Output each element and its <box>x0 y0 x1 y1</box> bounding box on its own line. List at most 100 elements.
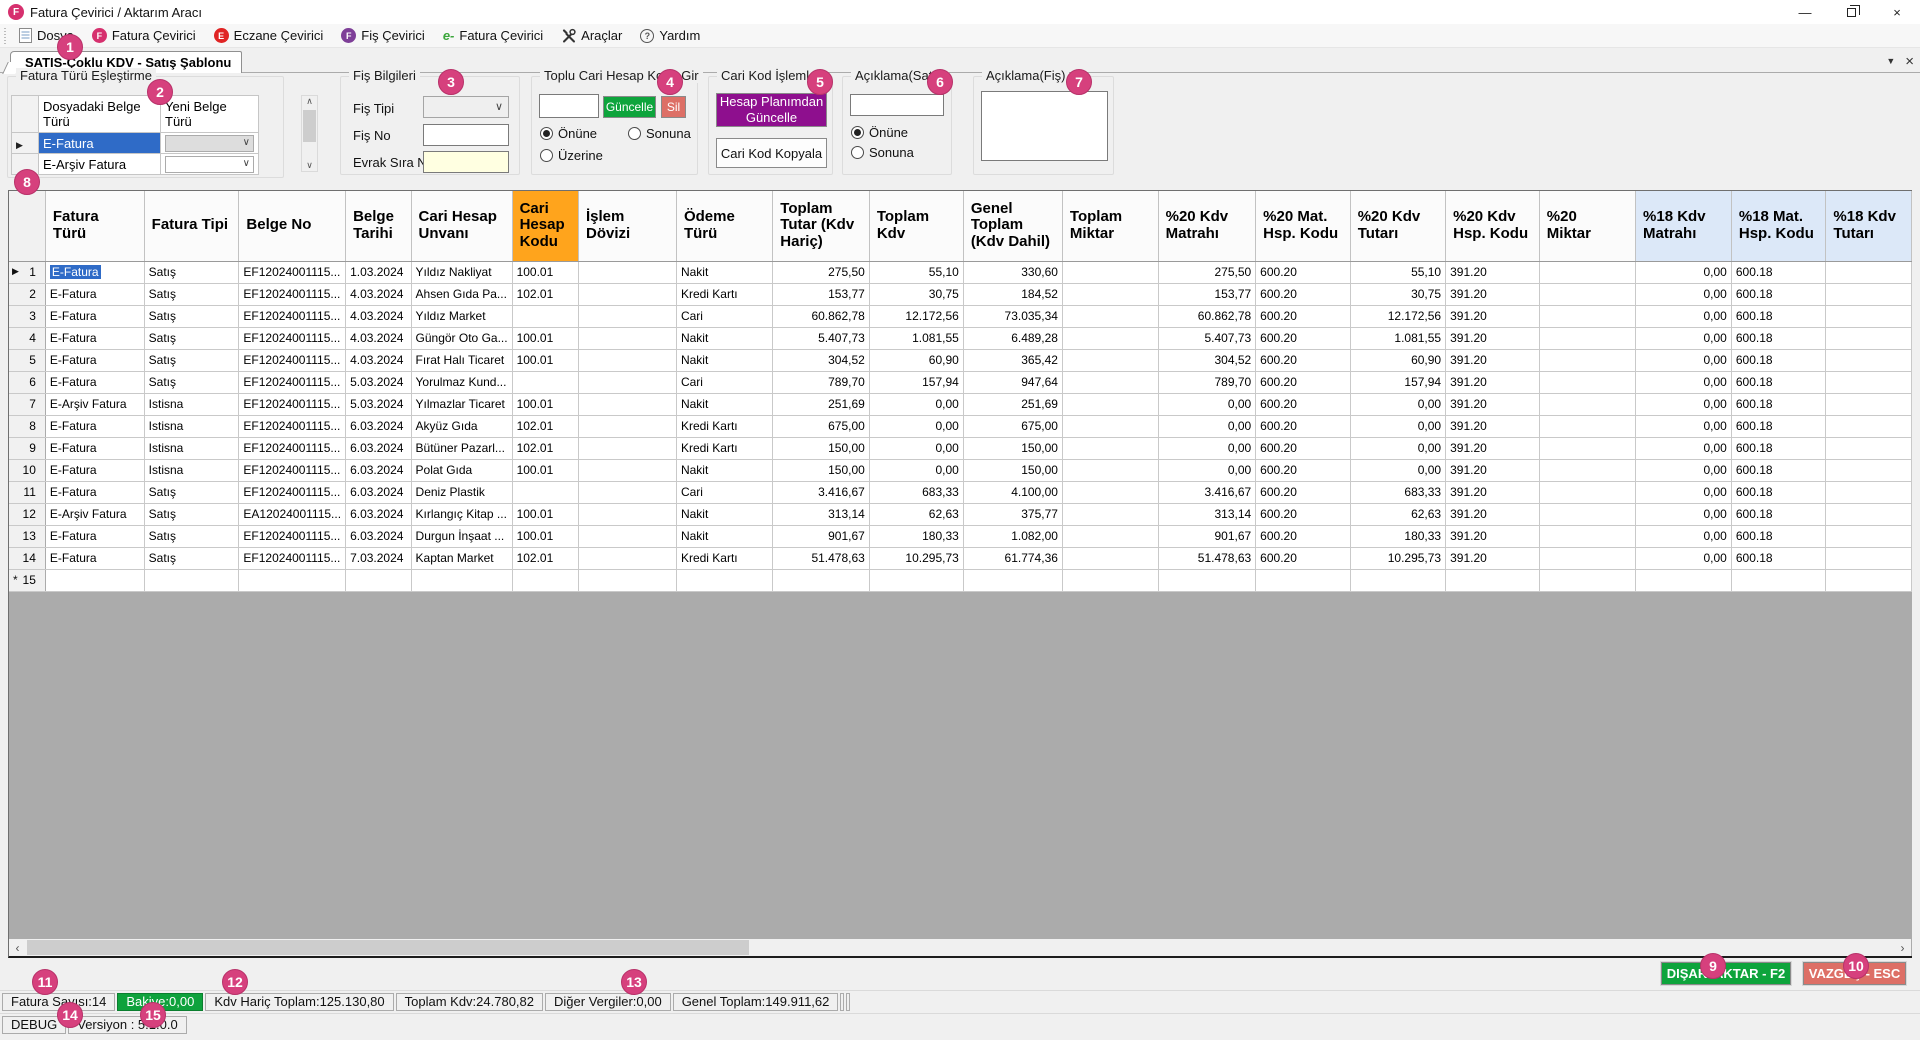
row-selector[interactable]: 12 <box>9 503 45 525</box>
grid-cell[interactable] <box>1539 261 1635 283</box>
grid-cell[interactable]: 600.18 <box>1731 547 1826 569</box>
menu-item-fatura-evirici[interactable]: FFatura Çevirici <box>83 24 205 48</box>
grid-cell[interactable] <box>579 283 677 305</box>
tab-list-dropdown-icon[interactable]: ▼ <box>1886 56 1895 66</box>
scrollbar-thumb[interactable] <box>27 940 749 955</box>
mapping-grid-scrollbar[interactable]: ∧ ∨ <box>301 95 318 172</box>
grid-cell[interactable]: 73.035,34 <box>963 305 1062 327</box>
grid-cell[interactable]: Fırat Halı Ticaret <box>411 349 512 371</box>
grid-cell[interactable]: Bütüner Pazarl... <box>411 437 512 459</box>
grid-cell[interactable]: 0,00 <box>869 437 963 459</box>
grid-cell[interactable] <box>1826 503 1912 525</box>
column-header[interactable]: Fatura Tipi <box>144 191 239 261</box>
grid-cell[interactable]: 4.100,00 <box>963 481 1062 503</box>
row-selector[interactable]: 11 <box>9 481 45 503</box>
grid-cell[interactable]: Istisna <box>144 393 239 415</box>
grid-cell[interactable] <box>1539 371 1635 393</box>
cari-kod-kopyala-button[interactable]: Cari Kod Kopyala <box>716 138 827 168</box>
grid-cell[interactable] <box>1826 283 1912 305</box>
grid-cell[interactable]: 391.20 <box>1446 305 1540 327</box>
grid-cell[interactable]: 30,75 <box>1350 283 1445 305</box>
grid-cell[interactable]: 60.862,78 <box>1158 305 1256 327</box>
grid-cell[interactable]: EF12024001115... <box>239 393 346 415</box>
grid-cell[interactable]: 304,52 <box>773 349 870 371</box>
grid-cell[interactable]: 1.03.2024 <box>346 261 411 283</box>
grid-cell[interactable]: 150,00 <box>773 459 870 481</box>
grid-cell[interactable]: 60,90 <box>869 349 963 371</box>
grid-cell[interactable] <box>239 569 346 591</box>
grid-cell[interactable]: EF12024001115... <box>239 327 346 349</box>
grid-cell[interactable]: 0,00 <box>1636 261 1732 283</box>
grid-cell[interactable]: EF12024001115... <box>239 415 346 437</box>
grid-cell[interactable]: EF12024001115... <box>239 481 346 503</box>
grid-cell[interactable] <box>1731 569 1826 591</box>
grid-cell[interactable]: 313,14 <box>773 503 870 525</box>
menu-item-eczane-evirici[interactable]: EEczane Çevirici <box>205 24 333 48</box>
close-button[interactable]: × <box>1874 0 1920 24</box>
grid-cell[interactable] <box>1062 569 1158 591</box>
grid-cell[interactable]: 683,33 <box>1350 481 1445 503</box>
grid-cell[interactable]: 675,00 <box>963 415 1062 437</box>
grid-cell[interactable]: Yorulmaz Kund... <box>411 371 512 393</box>
grid-cell[interactable]: 5.03.2024 <box>346 371 411 393</box>
grid-cell[interactable]: 683,33 <box>869 481 963 503</box>
grid-cell[interactable] <box>1539 437 1635 459</box>
minimize-button[interactable]: — <box>1782 0 1828 24</box>
grid-cell[interactable]: 150,00 <box>963 459 1062 481</box>
grid-cell[interactable]: EF12024001115... <box>239 525 346 547</box>
grid-cell[interactable]: Satış <box>144 547 239 569</box>
column-header[interactable]: %18 Kdv Matrahı <box>1636 191 1732 261</box>
menu-item-ara-lar[interactable]: Araçlar <box>552 24 631 48</box>
grid-cell[interactable]: 600.20 <box>1256 547 1351 569</box>
scroll-down-icon[interactable]: ∨ <box>302 160 317 171</box>
grid-cell[interactable]: Kredi Kartı <box>676 283 772 305</box>
grid-cell[interactable] <box>1539 283 1635 305</box>
grid-cell[interactable]: Satış <box>144 283 239 305</box>
grid-cell[interactable] <box>1826 569 1912 591</box>
grid-cell[interactable]: 4.03.2024 <box>346 327 411 349</box>
grid-cell[interactable] <box>579 437 677 459</box>
grid-cell[interactable] <box>1539 503 1635 525</box>
grid-cell[interactable]: Satış <box>144 525 239 547</box>
grid-cell[interactable]: 1.081,55 <box>1350 327 1445 349</box>
grid-cell[interactable]: 102.01 <box>512 283 578 305</box>
column-header[interactable]: %20 Kdv Hsp. Kodu <box>1446 191 1540 261</box>
grid-cell[interactable]: 6.03.2024 <box>346 459 411 481</box>
grid-cell[interactable]: 391.20 <box>1446 547 1540 569</box>
grid-cell[interactable]: 600.18 <box>1731 437 1826 459</box>
grid-cell[interactable]: Polat Gıda <box>411 459 512 481</box>
grid-cell[interactable] <box>579 305 677 327</box>
toplu-cari-kod-input[interactable] <box>539 94 599 118</box>
grid-cell[interactable]: 391.20 <box>1446 371 1540 393</box>
grid-cell[interactable]: 391.20 <box>1446 459 1540 481</box>
grid-cell[interactable] <box>773 569 870 591</box>
grid-cell[interactable]: 0,00 <box>1350 415 1445 437</box>
column-header[interactable]: Belge No <box>239 191 346 261</box>
grid-cell[interactable]: Yıldız Nakliyat <box>411 261 512 283</box>
column-header[interactable]: Toplam Tutar (Kdv Hariç) <box>773 191 870 261</box>
grid-cell[interactable]: Istisna <box>144 437 239 459</box>
menu-item-fatura-evirici[interactable]: e-Fatura Çevirici <box>434 24 552 48</box>
grid-cell[interactable]: 100.01 <box>512 349 578 371</box>
grid-cell[interactable] <box>1062 261 1158 283</box>
grid-cell[interactable]: Kredi Kartı <box>676 415 772 437</box>
grid-cell[interactable]: Ahsen Gıda Pa... <box>411 283 512 305</box>
radio--zerine[interactable]: Üzerine <box>540 148 603 163</box>
grid-cell[interactable]: 4.03.2024 <box>346 349 411 371</box>
grid-cell[interactable]: E-Fatura <box>45 305 144 327</box>
fis-tipi-select[interactable]: ∨ <box>423 96 509 118</box>
grid-cell[interactable]: 600.20 <box>1256 349 1351 371</box>
grid-cell[interactable]: 55,10 <box>869 261 963 283</box>
grid-cell[interactable]: Durgun İnşaat ... <box>411 525 512 547</box>
grid-cell[interactable]: 55,10 <box>1350 261 1445 283</box>
grid-cell[interactable] <box>45 569 144 591</box>
grid-cell[interactable]: 0,00 <box>1636 371 1732 393</box>
row-selector[interactable]: 13 <box>9 525 45 547</box>
grid-cell[interactable] <box>579 261 677 283</box>
row-selector[interactable]: 2 <box>9 283 45 305</box>
grid-cell[interactable]: 600.18 <box>1731 393 1826 415</box>
grid-cell[interactable] <box>1062 283 1158 305</box>
grid-cell[interactable]: 6.03.2024 <box>346 415 411 437</box>
grid-cell[interactable] <box>512 371 578 393</box>
grid-cell[interactable]: Satış <box>144 327 239 349</box>
